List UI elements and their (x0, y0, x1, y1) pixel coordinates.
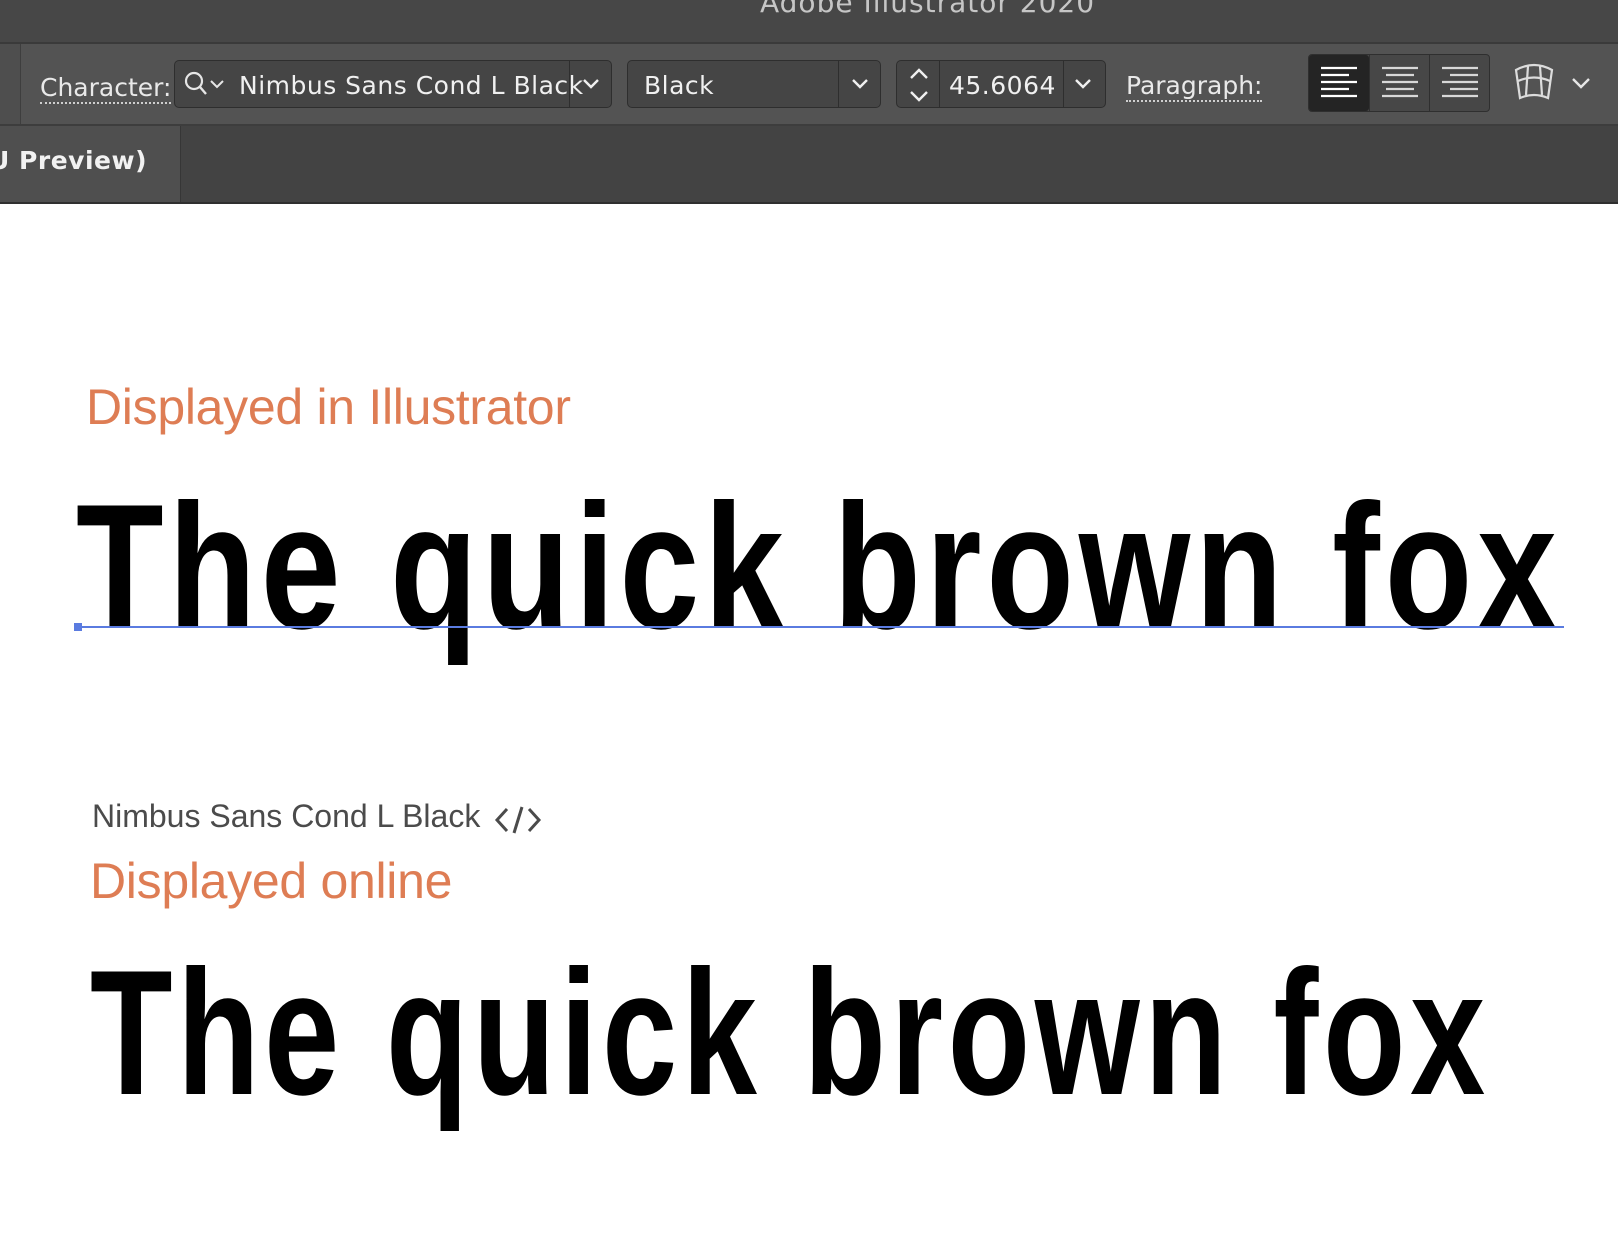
sample-text-illustrator[interactable]: The quick brown fox (76, 478, 1562, 656)
chevron-down-icon[interactable] (1073, 77, 1093, 91)
text-anchor-point[interactable] (74, 623, 82, 631)
code-icon[interactable] (494, 804, 542, 836)
font-family-field[interactable]: Nimbus Sans Cond L Black (174, 60, 612, 108)
font-name-text: Nimbus Sans Cond L Black (92, 798, 481, 834)
sample-text-online: The quick brown fox (90, 933, 1490, 1132)
chevron-down-icon[interactable] (581, 77, 601, 91)
control-bar-grip[interactable] (0, 44, 21, 124)
app-title: Adobe Illustrator 2020 (760, 0, 1096, 19)
align-center-button[interactable] (1369, 55, 1429, 111)
align-center-icon (1382, 66, 1418, 98)
document-tab[interactable]: PU Preview) (0, 126, 181, 202)
envelope-warp-icon[interactable] (1512, 62, 1556, 104)
control-bar: Character: Nimbus Sans Cond L Black Blac… (0, 44, 1618, 126)
align-right-icon (1442, 66, 1478, 98)
align-left-button[interactable] (1309, 55, 1369, 111)
font-style-field[interactable]: Black (627, 60, 881, 108)
caption-online: Displayed online (90, 853, 453, 909)
paragraph-alignment-group (1308, 54, 1490, 112)
document-tab-bar: PU Preview) (0, 126, 1618, 204)
font-size-value: 45.6064 (949, 71, 1056, 100)
align-left-icon (1321, 66, 1357, 98)
text-baseline-selection (78, 626, 1564, 628)
font-family-value: Nimbus Sans Cond L Black (239, 71, 584, 100)
paragraph-panel-link[interactable]: Paragraph: (1126, 72, 1263, 102)
font-size-field[interactable]: 45.6064 (896, 60, 1106, 108)
character-panel-link[interactable]: Character: (40, 74, 172, 104)
stepper-icon[interactable] (907, 65, 931, 105)
search-icon[interactable] (181, 70, 227, 100)
chevron-down-icon[interactable] (1570, 76, 1592, 90)
align-right-button[interactable] (1429, 55, 1489, 111)
caption-illustrator: Displayed in Illustrator (86, 379, 571, 435)
font-style-value: Black (644, 71, 715, 100)
title-bar: Adobe Illustrator 2020 (0, 0, 1618, 44)
chevron-down-icon[interactable] (850, 77, 870, 91)
font-name-label: Nimbus Sans Cond L Black (92, 798, 480, 835)
document-tab-label: PU Preview) (0, 146, 147, 175)
